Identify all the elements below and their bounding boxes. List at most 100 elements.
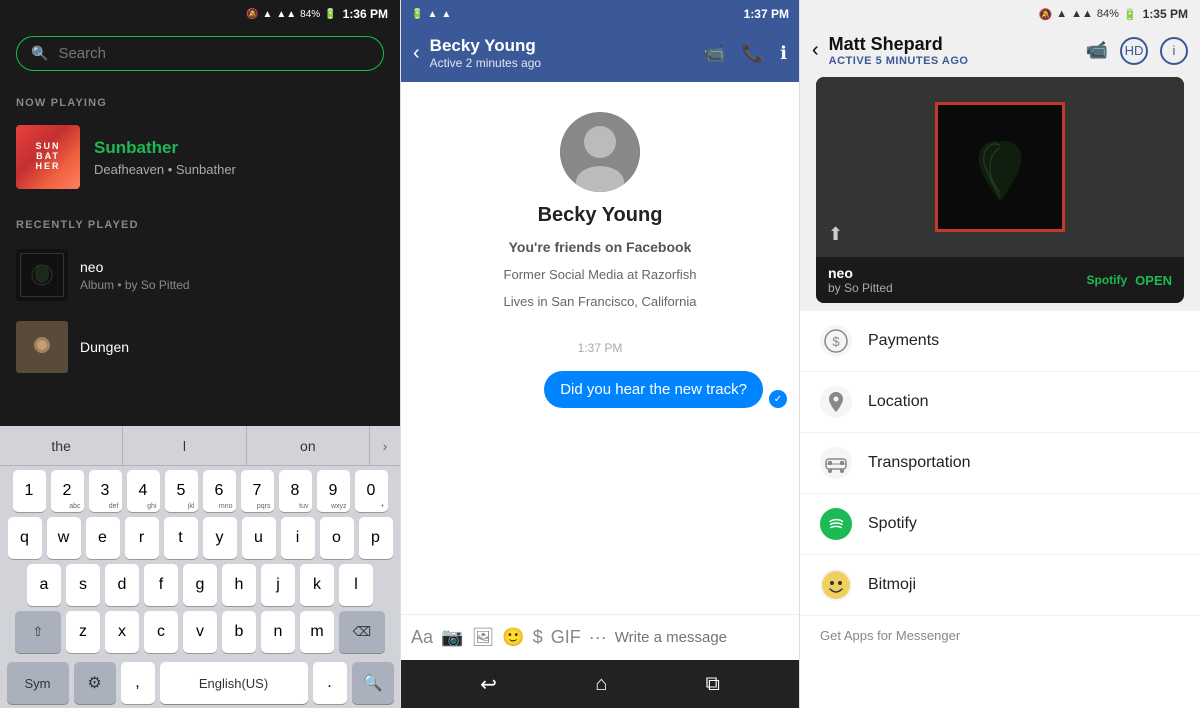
list-item[interactable]: neo Album • by So Pitted [0,239,400,311]
compose-aa-icon[interactable]: Aa [411,627,433,648]
spotify-card[interactable]: ⬆ neo by So Pitted Spotify OPEN [816,77,1184,303]
space-key[interactable]: English(US) [160,662,308,704]
detail-back-button[interactable]: ‹ [812,39,819,62]
now-playing-subtitle: Deafheaven • Sunbather [94,162,236,177]
key-1[interactable]: 1 [13,470,46,512]
key-f[interactable]: f [144,564,178,606]
key-k[interactable]: k [300,564,334,606]
key-i[interactable]: i [281,517,315,559]
spotify-menu-item[interactable]: Spotify [800,494,1200,555]
sunbather-album-art: SUNBATHER [16,125,80,189]
shift-key[interactable]: ⇧ [15,611,61,653]
messenger-status-icons: 🔋 ▲ ▲ [411,9,451,20]
comma-key[interactable]: , [121,662,155,704]
messenger-nav-bar: ↩ ⌂ ⧉ [401,660,799,708]
key-m[interactable]: m [300,611,334,653]
compose-photo-icon[interactable]: 🖼 [471,627,494,648]
key-8[interactable]: 8tuv [279,470,312,512]
now-playing-card[interactable]: SUNBATHER Sunbather Deafheaven • Sunbath… [0,117,400,205]
search-icon: 🔍 [31,45,48,62]
word-suggestion-l[interactable]: l [123,426,246,465]
nav-home-button[interactable]: ⌂ [595,673,607,696]
key-g[interactable]: g [183,564,217,606]
key-j[interactable]: j [261,564,295,606]
share-icon[interactable]: ⬆ [828,224,843,245]
nav-recents-button[interactable]: ⧉ [706,673,720,696]
search-bar[interactable]: 🔍 [16,36,384,71]
detail-phone-icon[interactable]: HD [1120,37,1148,65]
word-suggestion-on[interactable]: on [247,426,370,465]
settings-key[interactable]: ⚙ [74,662,116,704]
dungen-album-art [16,321,68,373]
key-q[interactable]: q [8,517,42,559]
keyboard-search-key[interactable]: 🔍 [352,662,394,704]
key-6[interactable]: 6mno [203,470,236,512]
messenger-back-button[interactable]: ‹ [413,42,420,65]
key-e[interactable]: e [86,517,120,559]
detail-video-icon[interactable]: 📹 [1086,40,1108,61]
messenger-time: 1:37 PM [744,7,789,21]
key-n[interactable]: n [261,611,295,653]
nav-back-button[interactable]: ↩ [480,672,497,697]
key-w[interactable]: w [47,517,81,559]
key-3[interactable]: 3def [89,470,122,512]
list-item[interactable]: Dungen [0,311,400,383]
key-o[interactable]: o [320,517,354,559]
key-v[interactable]: v [183,611,217,653]
transportation-menu-item[interactable]: Transportation [800,433,1200,494]
phone-call-icon[interactable]: 📞 [742,43,764,64]
open-spotify-button[interactable]: OPEN [1135,273,1172,288]
location-menu-item[interactable]: Location [800,372,1200,433]
key-a[interactable]: a [27,564,61,606]
payments-menu-item[interactable]: $ Payments [800,311,1200,372]
key-d[interactable]: d [105,564,139,606]
key-y[interactable]: y [203,517,237,559]
key-x[interactable]: x [105,611,139,653]
video-call-icon[interactable]: 📹 [703,43,725,64]
spotify-menu-label: Spotify [868,515,917,533]
key-c[interactable]: c [144,611,178,653]
wifi-icon-d: ▲ [1056,8,1067,20]
key-s[interactable]: s [66,564,100,606]
status-icons-spotify: 🔕 ▲ ▲▲ 84% 🔋 [246,9,337,20]
key-5[interactable]: 5jkl [165,470,198,512]
key-9[interactable]: 9wxyz [317,470,350,512]
payments-label: Payments [868,332,939,350]
search-input[interactable] [58,45,369,62]
battery-icon-d: 🔋 [1123,8,1137,21]
key-l[interactable]: l [339,564,373,606]
period-key[interactable]: . [313,662,347,704]
compose-input[interactable] [615,629,800,646]
key-b[interactable]: b [222,611,256,653]
key-p[interactable]: p [359,517,393,559]
contact-friends-label: You're friends on Facebook [509,239,692,255]
signal-icon: ▲▲ [276,9,296,20]
suggestions-chevron[interactable]: › [370,426,400,465]
battery-icon: 🔋 [324,9,336,20]
backspace-key[interactable]: ⌫ [339,611,385,653]
silent-icon-d: 🔕 [1039,8,1053,21]
key-z[interactable]: z [66,611,100,653]
info-icon[interactable]: ℹ [780,43,787,64]
key-7[interactable]: 7pqrs [241,470,274,512]
key-h[interactable]: h [222,564,256,606]
detail-info-icon[interactable]: i [1160,37,1188,65]
compose-gif-icon[interactable]: GIF [551,627,581,648]
compose-camera-icon[interactable]: 📷 [441,627,463,648]
compose-emoji-icon[interactable]: 🙂 [502,627,524,648]
key-r[interactable]: r [125,517,159,559]
key-t[interactable]: t [164,517,198,559]
wifi-icon-m: ▲ [441,9,451,20]
sym-key[interactable]: Sym [7,662,69,704]
compose-dollar-icon[interactable]: $ [533,627,543,648]
key-u[interactable]: u [242,517,276,559]
spotify-time: 1:36 PM [343,7,388,21]
key-4[interactable]: 4ghi [127,470,160,512]
detail-menu: $ Payments Location Transportation Spoti… [800,311,1200,708]
word-suggestion-the[interactable]: the [0,426,123,465]
compose-more-icon[interactable]: ··· [589,627,607,648]
key-0[interactable]: 0+ [355,470,388,512]
bitmoji-menu-item[interactable]: Bitmoji [800,555,1200,616]
message-timestamp: 1:37 PM [401,329,799,367]
key-2[interactable]: 2abc [51,470,84,512]
